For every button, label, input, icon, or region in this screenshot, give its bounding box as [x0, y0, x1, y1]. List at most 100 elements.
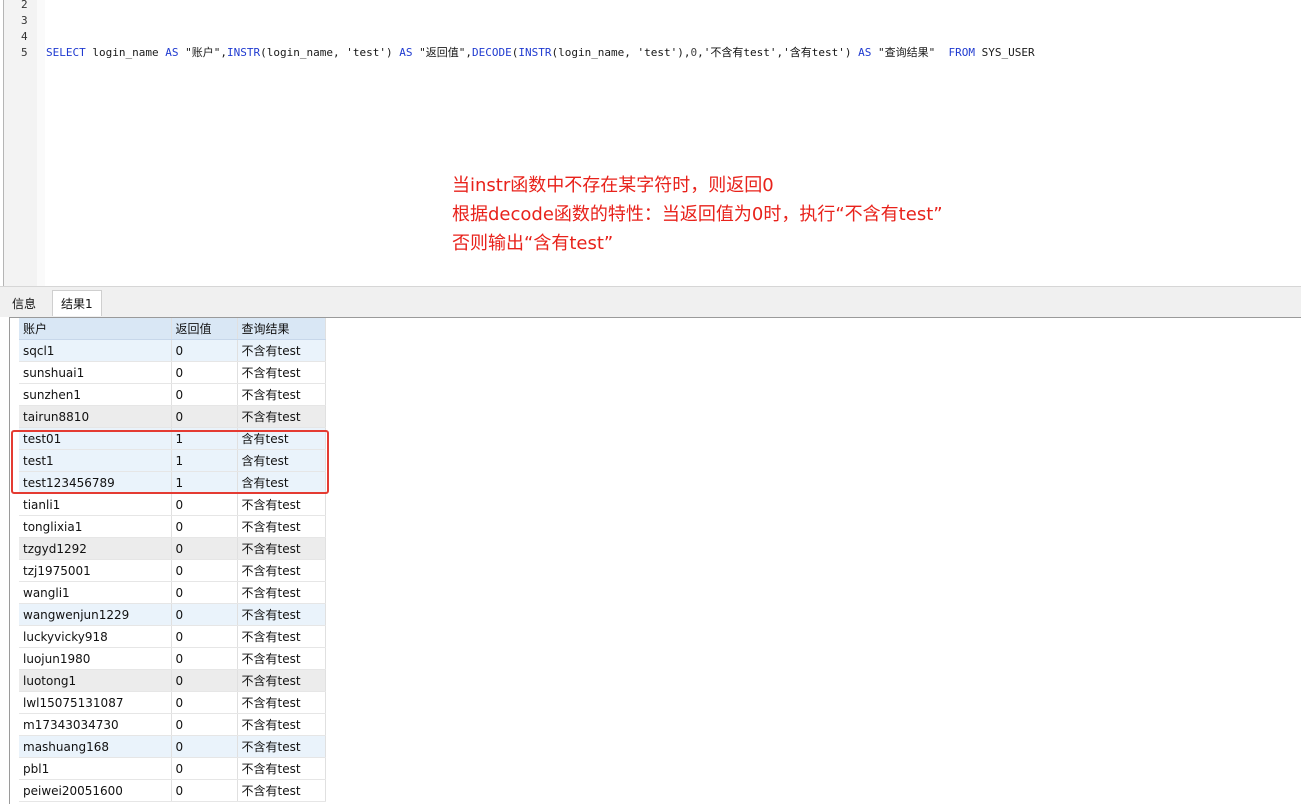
- cell-return-value[interactable]: 0: [171, 669, 238, 692]
- table-row[interactable]: peiwei20051600 0 不含有test: [19, 779, 326, 802]
- annotation-line: 否则输出“含有test”: [452, 233, 614, 254]
- sql-function: INSTR: [226, 46, 261, 59]
- table-row[interactable]: wangwenjun1229 0 不含有test: [19, 603, 326, 626]
- table-row[interactable]: tzj1975001 0 不含有test: [19, 559, 326, 582]
- cell-return-value[interactable]: 0: [171, 361, 238, 384]
- cell-account[interactable]: sqcl1: [19, 339, 172, 362]
- cell-account[interactable]: luckyvicky918: [19, 625, 172, 648]
- table-row[interactable]: tonglixia1 0 不含有test: [19, 515, 326, 538]
- cell-query-result[interactable]: 不含有test: [237, 515, 326, 538]
- cell-query-result[interactable]: 不含有test: [237, 361, 326, 384]
- cell-query-result[interactable]: 不含有test: [237, 537, 326, 560]
- column-header-query-result[interactable]: 查询结果: [237, 318, 326, 340]
- cell-query-result[interactable]: 不含有test: [237, 383, 326, 406]
- table-row[interactable]: wangli1 0 不含有test: [19, 581, 326, 604]
- cell-return-value[interactable]: 0: [171, 691, 238, 714]
- cell-account[interactable]: tairun8810: [19, 405, 172, 428]
- sql-text: ): [844, 46, 859, 59]
- red-annotation: 当instr函数中不存在某字符时，则返回0 根据decode函数的特性：当返回值…: [452, 171, 943, 258]
- cell-account[interactable]: tzgyd1292: [19, 537, 172, 560]
- cell-account[interactable]: tianli1: [19, 493, 172, 516]
- table-row[interactable]: lwl15075131087 0 不含有test: [19, 691, 326, 714]
- cell-return-value[interactable]: 0: [171, 559, 238, 582]
- sql-text: SYS_USER: [975, 46, 1035, 59]
- cell-account[interactable]: tonglixia1: [19, 515, 172, 538]
- cell-account[interactable]: peiwei20051600: [19, 779, 172, 802]
- tab-info[interactable]: 信息: [4, 291, 44, 317]
- cell-query-result[interactable]: 不含有test: [237, 713, 326, 736]
- cell-account[interactable]: luotong1: [19, 669, 172, 692]
- cell-return-value[interactable]: 0: [171, 493, 238, 516]
- sql-keyword: SELECT: [46, 46, 86, 59]
- cell-query-result[interactable]: 不含有test: [237, 559, 326, 582]
- sql-editor[interactable]: 2 3 4 5 SELECT login_name AS "账户",INSTR(…: [0, 0, 1301, 286]
- table-row[interactable]: luckyvicky918 0 不含有test: [19, 625, 326, 648]
- table-row[interactable]: sqcl1 0 不含有test: [19, 339, 326, 362]
- cell-return-value[interactable]: 0: [171, 735, 238, 758]
- cell-return-value[interactable]: 0: [171, 625, 238, 648]
- table-row[interactable]: sunshuai1 0 不含有test: [19, 361, 326, 384]
- sql-text: ),: [677, 46, 691, 59]
- cell-return-value[interactable]: 0: [171, 581, 238, 604]
- result-tab-bar: 信息 结果1: [0, 286, 1301, 318]
- cell-account[interactable]: sunzhen1: [19, 383, 172, 406]
- cell-query-result[interactable]: 不含有test: [237, 625, 326, 648]
- table-row[interactable]: tairun8810 0 不含有test: [19, 405, 326, 428]
- cell-query-result[interactable]: 不含有test: [237, 669, 326, 692]
- cell-query-result[interactable]: 不含有test: [237, 779, 326, 802]
- line-number: 3: [21, 14, 28, 27]
- table-row[interactable]: luotong1 0 不含有test: [19, 669, 326, 692]
- cell-query-result[interactable]: 不含有test: [237, 339, 326, 362]
- cell-query-result[interactable]: 不含有test: [237, 691, 326, 714]
- result-grid[interactable]: 账户 返回值 查询结果 sqcl1 0 不含有test sunshuai1 0 不含有te…: [19, 318, 326, 802]
- cell-query-result[interactable]: 不含有test: [237, 735, 326, 758]
- column-header-account[interactable]: 账户: [19, 318, 172, 340]
- table-row[interactable]: m17343034730 0 不含有test: [19, 713, 326, 736]
- cell-return-value[interactable]: 0: [171, 383, 238, 406]
- cell-account[interactable]: lwl15075131087: [19, 691, 172, 714]
- sql-keyword: FROM: [948, 46, 976, 59]
- sql-keyword: AS: [399, 46, 413, 59]
- sql-keyword: AS: [165, 46, 179, 59]
- cell-return-value[interactable]: 0: [171, 647, 238, 670]
- cell-return-value[interactable]: 0: [171, 515, 238, 538]
- cell-account[interactable]: m17343034730: [19, 713, 172, 736]
- cell-account[interactable]: tzj1975001: [19, 559, 172, 582]
- cell-account[interactable]: mashuang168: [19, 735, 172, 758]
- cell-account[interactable]: wangwenjun1229: [19, 603, 172, 626]
- cell-account[interactable]: wangli1: [19, 581, 172, 604]
- table-row[interactable]: sunzhen1 0 不含有test: [19, 383, 326, 406]
- cell-account[interactable]: pbl1: [19, 757, 172, 780]
- cell-query-result[interactable]: 不含有test: [237, 581, 326, 604]
- table-row[interactable]: luojun1980 0 不含有test: [19, 647, 326, 670]
- cell-query-result[interactable]: 不含有test: [237, 405, 326, 428]
- sql-statement[interactable]: SELECT login_name AS "账户",INSTR(login_na…: [46, 45, 1035, 61]
- table-row[interactable]: tzgyd1292 0 不含有test: [19, 537, 326, 560]
- cell-account[interactable]: sunshuai1: [19, 361, 172, 384]
- cell-return-value[interactable]: 0: [171, 603, 238, 626]
- cell-return-value[interactable]: 0: [171, 713, 238, 736]
- cell-return-value[interactable]: 0: [171, 537, 238, 560]
- sql-alias: "查询结果": [871, 46, 949, 59]
- cell-query-result[interactable]: 不含有test: [237, 647, 326, 670]
- cell-return-value[interactable]: 0: [171, 779, 238, 802]
- sql-alias: "账户",: [178, 46, 227, 59]
- line-number: 2: [21, 0, 28, 11]
- cell-account[interactable]: luojun1980: [19, 647, 172, 670]
- table-row[interactable]: tianli1 0 不含有test: [19, 493, 326, 516]
- sql-text: login_name: [85, 46, 166, 59]
- tab-result-1[interactable]: 结果1: [52, 290, 102, 316]
- fold-strip: [37, 0, 45, 286]
- cell-query-result[interactable]: 不含有test: [237, 757, 326, 780]
- table-row[interactable]: mashuang168 0 不含有test: [19, 735, 326, 758]
- cell-query-result[interactable]: 不含有test: [237, 493, 326, 516]
- cell-return-value[interactable]: 0: [171, 405, 238, 428]
- line-number: 5: [21, 46, 28, 59]
- sql-string: 'test': [346, 46, 386, 59]
- cell-return-value[interactable]: 0: [171, 339, 238, 362]
- cell-query-result[interactable]: 不含有test: [237, 603, 326, 626]
- result-grid-area: 账户 返回值 查询结果 sqcl1 0 不含有test sunshuai1 0 不含有te…: [0, 317, 1301, 804]
- cell-return-value[interactable]: 0: [171, 757, 238, 780]
- table-row[interactable]: pbl1 0 不含有test: [19, 757, 326, 780]
- column-header-return-value[interactable]: 返回值: [171, 318, 238, 340]
